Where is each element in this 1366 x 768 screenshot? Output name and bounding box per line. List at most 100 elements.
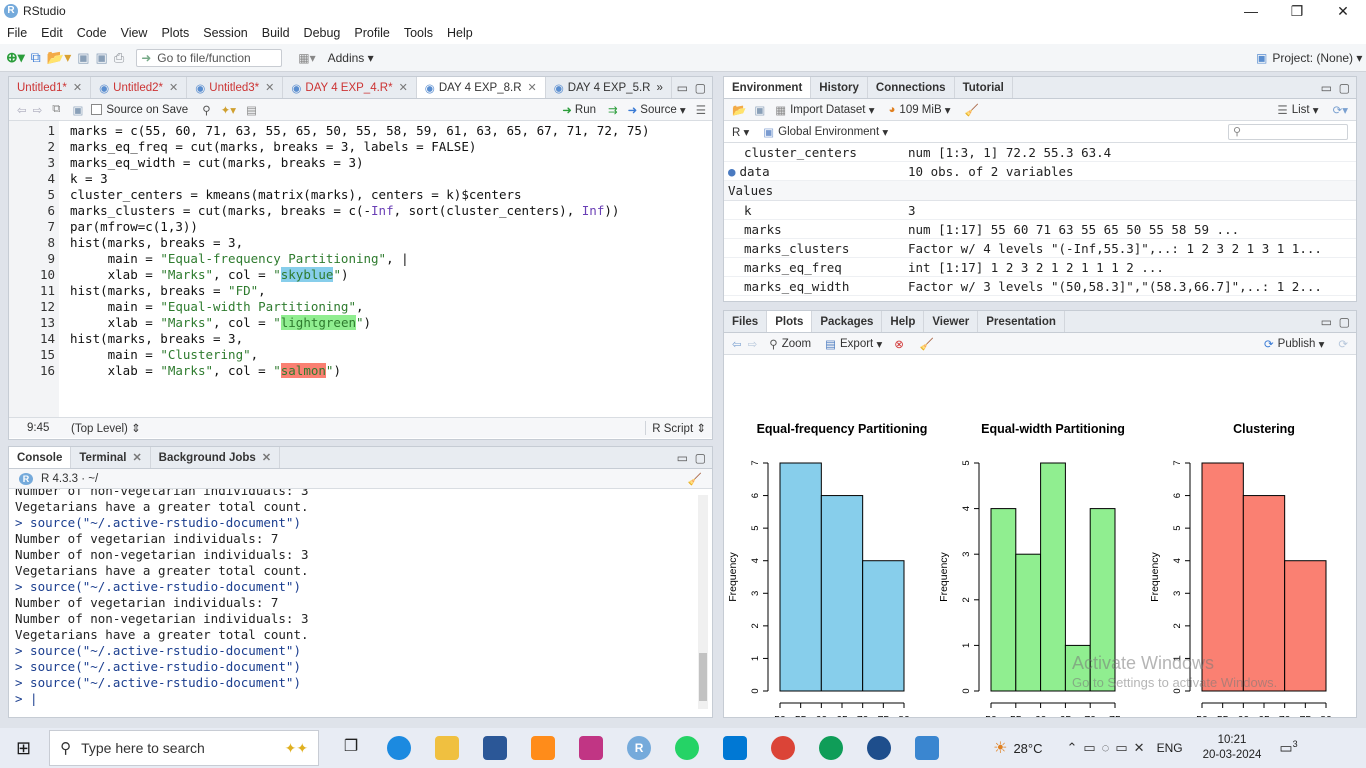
new-project-icon[interactable]: ⧉ bbox=[31, 49, 41, 66]
save-icon[interactable]: ▣ bbox=[77, 50, 89, 66]
menu-code[interactable]: Code bbox=[70, 26, 114, 40]
menu-tools[interactable]: Tools bbox=[397, 26, 440, 40]
source-on-save-checkbox[interactable] bbox=[91, 104, 103, 115]
code-line[interactable]: 8 hist(marks, breaks = 3, bbox=[9, 235, 709, 251]
refresh-icon[interactable]: ⟳▾ bbox=[1333, 103, 1348, 117]
menu-file[interactable]: File bbox=[0, 26, 34, 40]
clock[interactable]: 10:21 20-03-2024 bbox=[1203, 733, 1262, 763]
tab-day4-exp5[interactable]: ◉ DAY 4 EXP_5.R» bbox=[546, 77, 672, 98]
clear-plots-icon[interactable]: 🧹 bbox=[920, 337, 934, 351]
minimize-pane-icon[interactable]: ▭ bbox=[677, 81, 688, 95]
code-line[interactable]: 3 marks_eq_width = cut(marks, breaks = 3) bbox=[9, 155, 709, 171]
open-file-icon[interactable]: 📂▾ bbox=[47, 49, 71, 66]
input-language[interactable]: ENG bbox=[1157, 741, 1183, 755]
load-workspace-icon[interactable]: 📂 bbox=[732, 103, 746, 117]
notification-icon[interactable]: ▭3 bbox=[1279, 739, 1297, 757]
code-line[interactable]: 15 main = "Clustering", bbox=[9, 347, 709, 363]
outline-icon[interactable]: ☰ bbox=[696, 103, 706, 117]
menu-profile[interactable]: Profile bbox=[347, 26, 396, 40]
wand-icon[interactable]: ✦▾ bbox=[221, 103, 236, 117]
menu-debug[interactable]: Debug bbox=[297, 26, 348, 40]
rstudio-taskbar-icon[interactable]: R bbox=[627, 736, 652, 760]
code-line[interactable]: 13 xlab = "Marks", col = "lightgreen") bbox=[9, 315, 709, 331]
maximize-pane-icon[interactable]: ▢ bbox=[695, 451, 706, 465]
env-search-input[interactable]: ⚲ bbox=[1228, 123, 1348, 140]
weather-temp[interactable]: 28°C bbox=[1013, 741, 1042, 756]
save-workspace-icon[interactable]: ▣ bbox=[754, 103, 765, 117]
zoom-button[interactable]: ⚲ Zoom bbox=[769, 337, 811, 351]
code-line[interactable]: 5 cluster_centers = kmeans(matrix(marks),… bbox=[9, 187, 709, 203]
tab-day4-exp8[interactable]: ◉ DAY 4 EXP_8.R ✕ bbox=[416, 77, 546, 98]
minimize-pane-icon[interactable]: ▭ bbox=[1321, 81, 1332, 95]
tab-console[interactable]: Console bbox=[9, 447, 72, 468]
windows-start-icon[interactable]: ⊞ bbox=[16, 738, 31, 759]
more-tabs-icon[interactable]: » bbox=[656, 82, 662, 94]
env-row[interactable]: marks_clusters Factor w/ 4 levels "(-Inf,… bbox=[724, 239, 1356, 258]
maximize-pane-icon[interactable]: ▢ bbox=[695, 81, 706, 95]
maximize-pane-icon[interactable]: ▢ bbox=[1339, 81, 1350, 95]
view-list-menu[interactable]: ☰ List ▾ bbox=[1277, 103, 1318, 117]
addins-menu[interactable]: Addins ▾ bbox=[328, 51, 374, 65]
rerun-icon[interactable]: ⇉ bbox=[608, 103, 618, 117]
compile-report-icon[interactable]: ▤ bbox=[246, 103, 257, 117]
next-plot-icon[interactable]: ⇨ bbox=[748, 337, 758, 351]
language-selector[interactable]: R ▾ bbox=[732, 125, 749, 139]
run-button[interactable]: ➜ Run bbox=[562, 103, 596, 117]
instagram-icon[interactable] bbox=[579, 736, 604, 760]
file-type-selector[interactable]: R Script ⇕ bbox=[645, 421, 706, 435]
tab-history[interactable]: History bbox=[811, 77, 868, 98]
refresh-icon[interactable]: ⟳ bbox=[1338, 337, 1348, 351]
tab-presentation[interactable]: Presentation bbox=[978, 311, 1065, 332]
menu-edit[interactable]: Edit bbox=[34, 26, 70, 40]
tab-packages[interactable]: Packages bbox=[812, 311, 883, 332]
tab-terminal[interactable]: Terminal ✕ bbox=[71, 447, 151, 468]
tab-viewer[interactable]: Viewer bbox=[924, 311, 979, 332]
restore-button[interactable]: ❐ bbox=[1274, 0, 1320, 22]
chrome-icon[interactable] bbox=[771, 736, 796, 760]
tab-help[interactable]: Help bbox=[882, 311, 925, 332]
app-icon[interactable] bbox=[867, 736, 892, 760]
close-tab-icon[interactable]: ✕ bbox=[73, 81, 82, 94]
previous-plot-icon[interactable]: ⇦ bbox=[732, 337, 742, 351]
clear-console-icon[interactable]: 🧹 bbox=[688, 472, 702, 486]
save-file-icon[interactable]: ▣ bbox=[73, 103, 84, 117]
code-line[interactable]: 7 par(mfrow=c(1,3)) bbox=[9, 219, 709, 235]
env-row[interactable]: marks_eq_width Factor w/ 3 levels "(50,58… bbox=[724, 277, 1356, 296]
taskbar-search[interactable]: ⚲ Type here to search ✦✦ bbox=[49, 730, 320, 766]
minimize-pane-icon[interactable]: ▭ bbox=[677, 451, 688, 465]
env-row[interactable]: marks num [1:17] 55 60 71 63 55 65 50 55 … bbox=[724, 220, 1356, 239]
code-line[interactable]: 10 xlab = "Marks", col = "skyblue") bbox=[9, 267, 709, 283]
menu-build[interactable]: Build bbox=[255, 26, 297, 40]
scope-selector[interactable]: ▣ Global Environment ▾ bbox=[763, 125, 888, 139]
code-editor[interactable]: 1 marks = c(55, 60, 71, 63, 55, 65, 50, 5… bbox=[9, 121, 712, 417]
source-button[interactable]: ➜ Source ▾ bbox=[628, 103, 686, 117]
menu-session[interactable]: Session bbox=[196, 26, 254, 40]
show-in-window-icon[interactable]: ⧉ bbox=[52, 103, 60, 116]
close-tab-icon[interactable]: ✕ bbox=[265, 81, 274, 94]
close-tab-icon[interactable]: ✕ bbox=[528, 81, 537, 94]
close-tab-icon[interactable]: ✕ bbox=[262, 451, 271, 464]
env-row[interactable]: cluster_centers num [1:3, 1] 72.2 55.3 63… bbox=[724, 143, 1356, 162]
env-row[interactable]: ● data 10 obs. of 2 variables bbox=[724, 162, 1356, 181]
code-line[interactable]: 4 k = 3 bbox=[9, 171, 709, 187]
task-view-icon[interactable]: ❐ bbox=[339, 736, 363, 760]
close-tab-icon[interactable]: ✕ bbox=[132, 451, 141, 464]
vscode-icon[interactable] bbox=[723, 736, 748, 760]
weather-icon[interactable]: ☀ bbox=[993, 738, 1007, 758]
broom-icon[interactable]: 🧹 bbox=[965, 103, 979, 117]
goto-file-input[interactable]: ➜ Go to file/function bbox=[136, 48, 283, 67]
minimize-pane-icon[interactable]: ▭ bbox=[1321, 315, 1332, 329]
system-tray-icons[interactable]: ⌃▭◌▭✕ bbox=[1066, 740, 1150, 756]
tab-untitled2[interactable]: ◉ Untitled2* ✕ bbox=[91, 77, 188, 98]
env-row[interactable]: k3 bbox=[724, 201, 1356, 220]
tab-day4-exp4[interactable]: ◉ DAY 4 EXP_4.R* ✕ bbox=[283, 77, 417, 98]
word-icon[interactable] bbox=[483, 736, 508, 760]
tab-untitled3[interactable]: ◉ Untitled3* ✕ bbox=[187, 77, 284, 98]
back-icon[interactable]: ⇦ bbox=[17, 103, 27, 117]
code-line[interactable]: 14 hist(marks, breaks = 3, bbox=[9, 331, 709, 347]
close-button[interactable]: ✕ bbox=[1320, 0, 1366, 22]
tab-plots[interactable]: Plots bbox=[767, 311, 813, 332]
expand-icon[interactable]: ● bbox=[728, 164, 736, 179]
tab-untitled1[interactable]: Untitled1* ✕ bbox=[9, 77, 92, 98]
code-line[interactable]: 1 marks = c(55, 60, 71, 63, 55, 65, 50, 5… bbox=[9, 123, 709, 139]
